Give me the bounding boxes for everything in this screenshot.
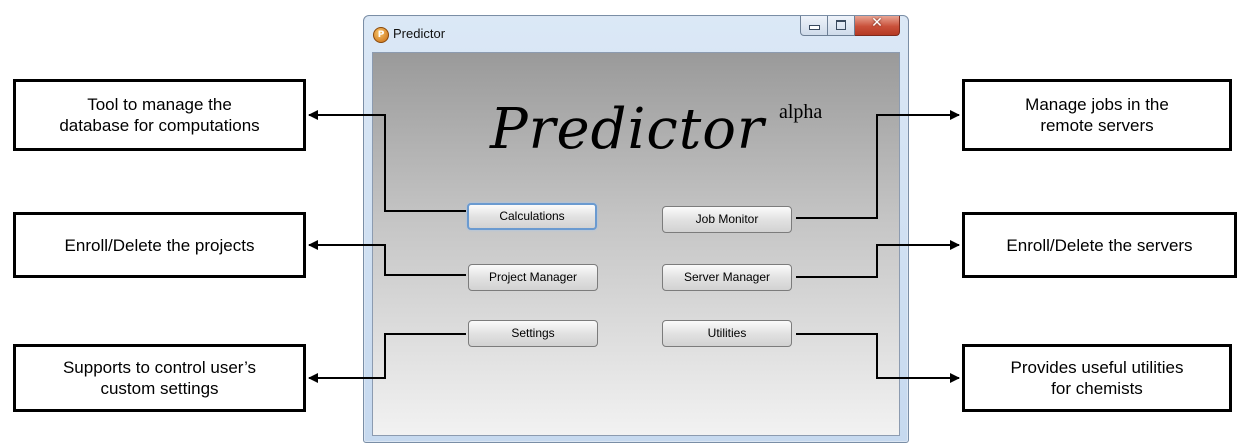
callout-connectors [308,110,960,383]
connector-job-monitor [796,110,960,219]
connector-calculations [308,110,466,212]
connector-server-manager [796,240,960,278]
connector-settings [308,333,466,383]
connector-project-manager [308,240,466,276]
connector-utilities [796,333,960,383]
